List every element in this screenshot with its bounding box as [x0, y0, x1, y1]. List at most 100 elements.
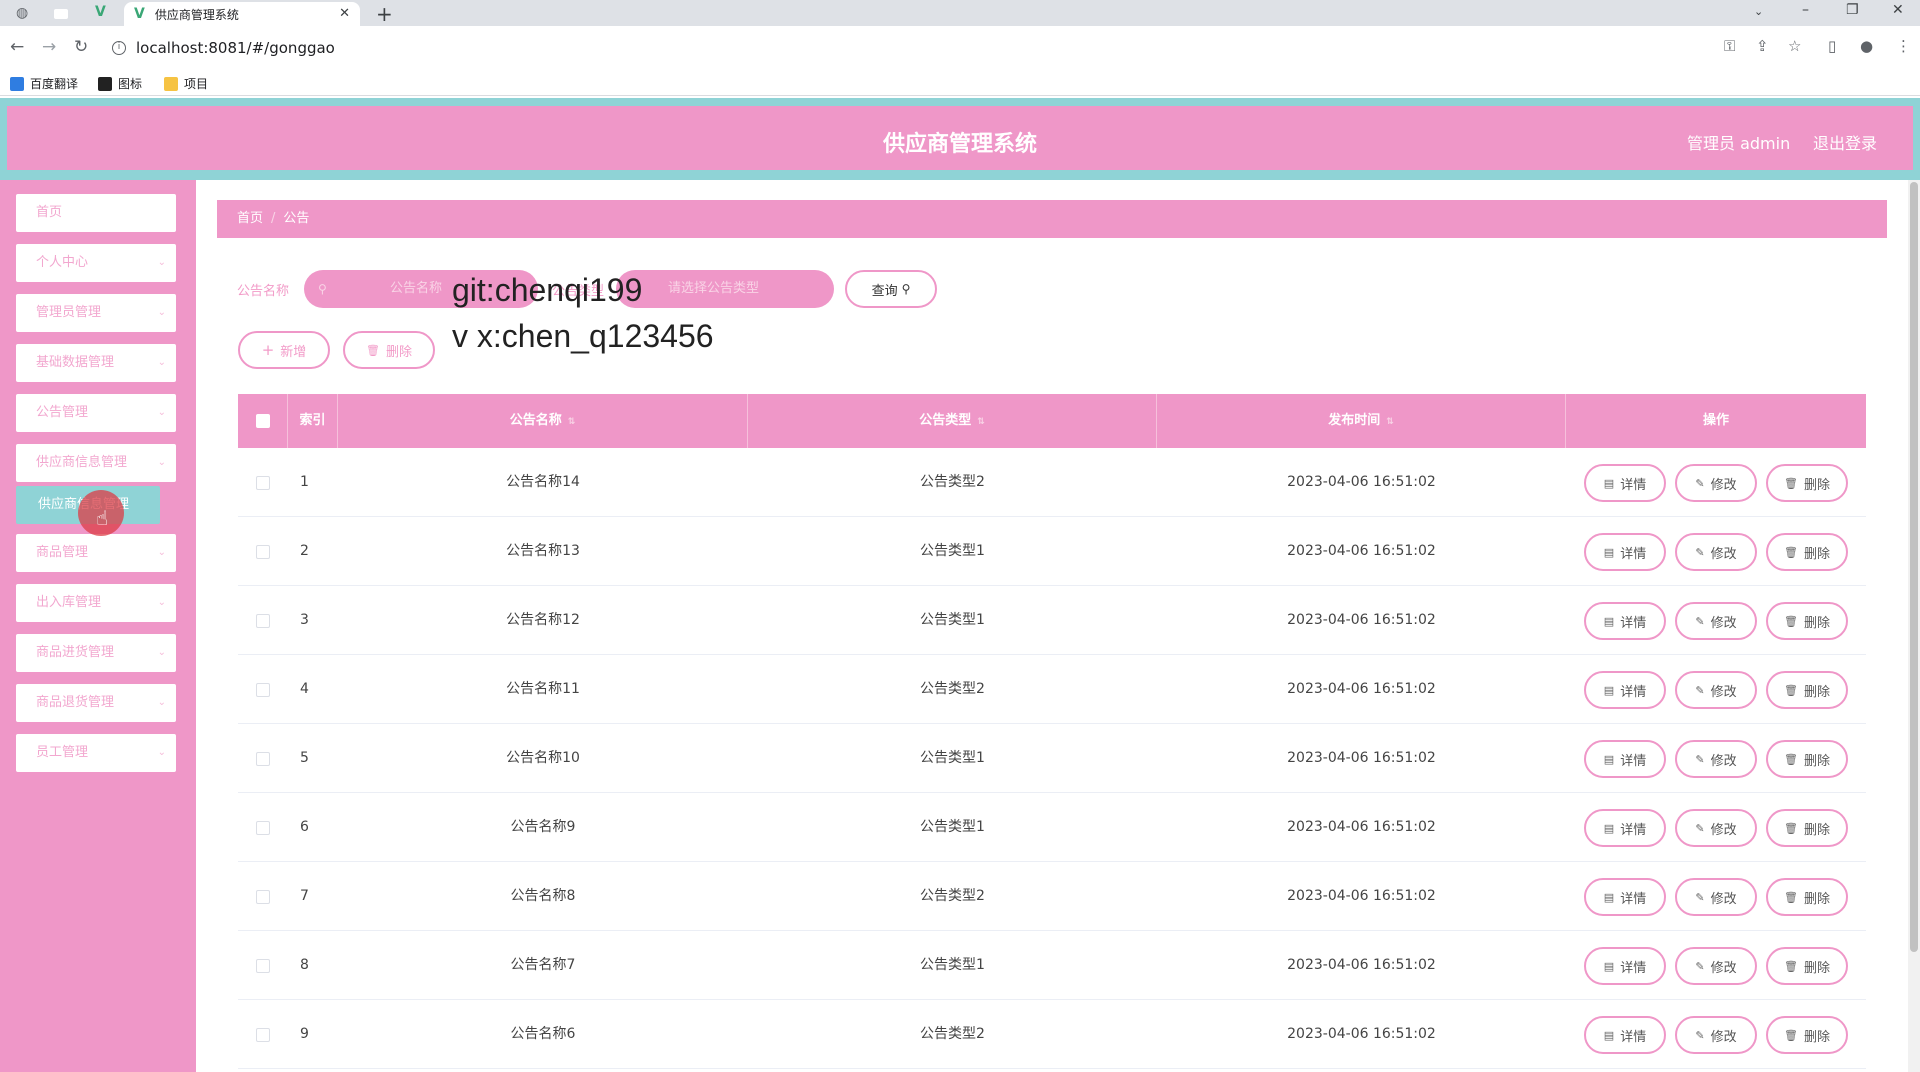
- detail-button[interactable]: ▤ 详情: [1584, 602, 1666, 640]
- url-field[interactable]: i localhost:8081/#/gonggao: [112, 34, 1712, 62]
- detail-button[interactable]: ▤ 详情: [1584, 1016, 1666, 1054]
- row-time: 2023-04-06 16:51:02: [1287, 474, 1436, 490]
- breadcrumb-home[interactable]: 首页: [237, 211, 263, 226]
- row-delete-button[interactable]: 🗑 删除: [1766, 464, 1848, 502]
- pinned-tab[interactable]: V: [86, 3, 116, 25]
- detail-button[interactable]: ▤ 详情: [1584, 740, 1666, 778]
- sidebar-item[interactable]: 个人中心 ⌄: [16, 244, 176, 282]
- image-icon: [98, 76, 112, 91]
- minimize-icon[interactable]: –: [1802, 2, 1809, 18]
- sidebar-item[interactable]: 商品退货管理 ⌄: [16, 684, 176, 722]
- detail-button[interactable]: ▤ 详情: [1584, 809, 1666, 847]
- query-button[interactable]: 查询 ⚲: [845, 270, 937, 308]
- pinned-tab[interactable]: ◍: [8, 3, 38, 25]
- delete-button[interactable]: 🗑 删除: [343, 331, 435, 369]
- trash-icon: 🗑: [1784, 614, 1798, 628]
- close-icon[interactable]: ✕: [339, 6, 350, 21]
- row-delete-button[interactable]: 🗑 删除: [1766, 533, 1848, 571]
- select-all-checkbox[interactable]: [256, 414, 270, 428]
- row-delete-button-label: 删除: [1803, 822, 1830, 838]
- edit-button-label: 修改: [1710, 753, 1737, 769]
- new-tab-button[interactable]: +: [376, 2, 393, 26]
- sidebar-item[interactable]: 管理员管理 ⌄: [16, 294, 176, 332]
- row-delete-button[interactable]: 🗑 删除: [1766, 602, 1848, 640]
- bookmark-label: 百度翻译: [30, 77, 79, 91]
- app-title: 供应商管理系统: [882, 132, 1037, 157]
- forward-icon[interactable]: →: [42, 37, 56, 57]
- sidebar-item[interactable]: 基础数据管理 ⌄: [16, 344, 176, 382]
- star-icon[interactable]: ☆: [1788, 37, 1801, 55]
- table-row: 4 公告名称11 公告类型2 2023-04-06 16:51:02 ▤ 详情 ✎ 修改 🗑 删除: [238, 655, 1866, 724]
- row-delete-button-label: 删除: [1803, 615, 1830, 631]
- restore-icon[interactable]: ❐: [1846, 2, 1859, 18]
- bookmark-item[interactable]: 项目: [164, 75, 208, 92]
- sidebar-item[interactable]: 出入库管理 ⌄: [16, 584, 176, 622]
- sidebar-item-label: 首页: [36, 205, 63, 220]
- sidebar-item[interactable]: 供应商信息管理 ⌄: [16, 444, 176, 482]
- column-header-name[interactable]: 公告名称 ⇅: [338, 394, 748, 448]
- key-icon[interactable]: ⚿: [1724, 37, 1735, 55]
- logout-link[interactable]: 退出登录: [1813, 130, 1877, 154]
- reload-icon[interactable]: ↻: [74, 37, 88, 57]
- row-checkbox[interactable]: [256, 752, 270, 766]
- column-header-type[interactable]: 公告类型 ⇅: [748, 394, 1157, 448]
- sidebar-toggle-icon[interactable]: ▯: [1828, 37, 1836, 55]
- edit-button[interactable]: ✎ 修改: [1675, 1016, 1757, 1054]
- row-delete-button[interactable]: 🗑 删除: [1766, 947, 1848, 985]
- sort-icon[interactable]: ⇅: [977, 417, 985, 427]
- detail-button[interactable]: ▤ 详情: [1584, 947, 1666, 985]
- hand-pointer-icon: ☝: [96, 506, 109, 530]
- row-checkbox[interactable]: [256, 476, 270, 490]
- row-checkbox[interactable]: [256, 959, 270, 973]
- detail-button[interactable]: ▤ 详情: [1584, 464, 1666, 502]
- sidebar-item[interactable]: 首页: [16, 194, 176, 232]
- detail-button[interactable]: ▤ 详情: [1584, 671, 1666, 709]
- edit-button[interactable]: ✎ 修改: [1675, 671, 1757, 709]
- bookmark-item[interactable]: 图标: [98, 75, 142, 92]
- column-header-time[interactable]: 发布时间 ⇅: [1157, 394, 1566, 448]
- edit-button[interactable]: ✎ 修改: [1675, 464, 1757, 502]
- row-delete-button[interactable]: 🗑 删除: [1766, 671, 1848, 709]
- share-icon[interactable]: ⇪: [1756, 37, 1769, 55]
- row-checkbox[interactable]: [256, 614, 270, 628]
- edit-button[interactable]: ✎ 修改: [1675, 809, 1757, 847]
- add-button[interactable]: + 新增: [238, 331, 330, 369]
- row-delete-button[interactable]: 🗑 删除: [1766, 1016, 1848, 1054]
- window-close-icon[interactable]: ✕: [1892, 2, 1904, 18]
- sidebar-item[interactable]: 员工管理 ⌄: [16, 734, 176, 772]
- bookmark-item[interactable]: 百度翻译: [10, 75, 78, 92]
- row-checkbox[interactable]: [256, 1028, 270, 1042]
- active-tab[interactable]: V 供应商管理系统 ✕: [124, 2, 360, 26]
- chevron-down-icon[interactable]: ⌄: [1754, 5, 1763, 18]
- profile-icon[interactable]: ●: [1860, 37, 1873, 55]
- row-delete-button[interactable]: 🗑 删除: [1766, 740, 1848, 778]
- trash-icon: 🗑: [1784, 959, 1798, 973]
- menu-dots-icon[interactable]: ⋮: [1896, 37, 1911, 55]
- row-delete-button[interactable]: 🗑 删除: [1766, 809, 1848, 847]
- edit-button[interactable]: ✎ 修改: [1675, 602, 1757, 640]
- detail-button[interactable]: ▤ 详情: [1584, 533, 1666, 571]
- pinned-tab[interactable]: [46, 3, 76, 25]
- page-scrollbar[interactable]: [1908, 180, 1920, 1072]
- detail-button[interactable]: ▤ 详情: [1584, 878, 1666, 916]
- row-checkbox[interactable]: [256, 890, 270, 904]
- edit-button[interactable]: ✎ 修改: [1675, 740, 1757, 778]
- sidebar-item[interactable]: 商品管理 ⌄: [16, 534, 176, 572]
- edit-button[interactable]: ✎ 修改: [1675, 947, 1757, 985]
- row-checkbox[interactable]: [256, 683, 270, 697]
- edit-button[interactable]: ✎ 修改: [1675, 533, 1757, 571]
- sidebar-item[interactable]: 公告管理 ⌄: [16, 394, 176, 432]
- row-checkbox[interactable]: [256, 545, 270, 559]
- row-delete-button[interactable]: 🗑 删除: [1766, 878, 1848, 916]
- row-type: 公告类型1: [920, 543, 985, 559]
- sidebar-item[interactable]: 商品进货管理 ⌄: [16, 634, 176, 672]
- search-type-select[interactable]: 请选择公告类型: [616, 270, 834, 308]
- sort-icon[interactable]: ⇅: [1386, 417, 1394, 427]
- scrollbar-thumb[interactable]: [1910, 182, 1918, 952]
- info-icon[interactable]: i: [112, 41, 126, 55]
- row-type: 公告类型1: [920, 750, 985, 766]
- sort-icon[interactable]: ⇅: [568, 417, 576, 427]
- edit-button[interactable]: ✎ 修改: [1675, 878, 1757, 916]
- back-icon[interactable]: ←: [10, 37, 24, 57]
- row-checkbox[interactable]: [256, 821, 270, 835]
